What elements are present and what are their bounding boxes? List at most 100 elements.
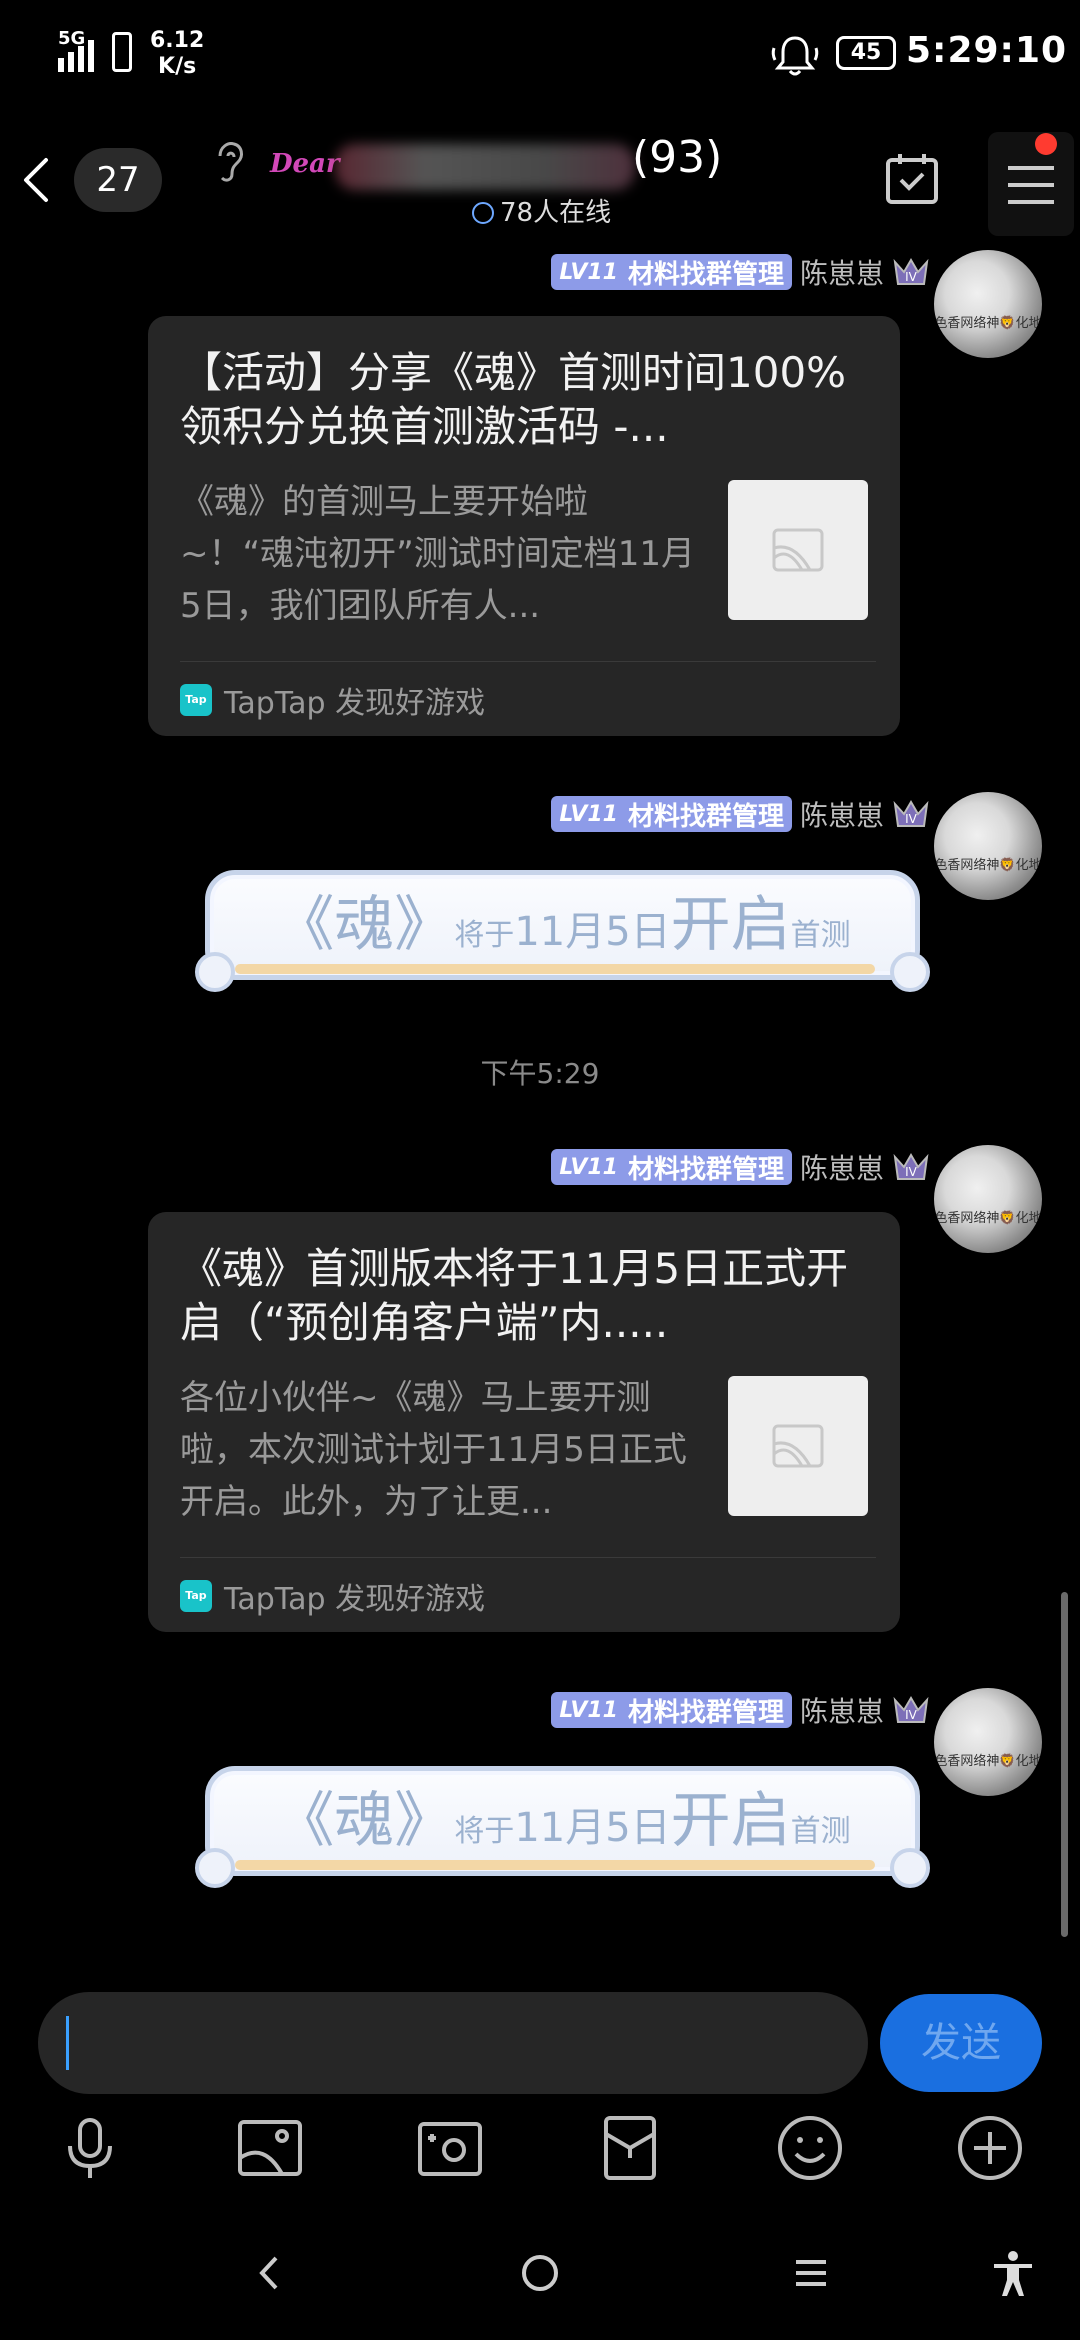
member-title-badge: LV11 材料找群管理: [551, 254, 792, 290]
clock: 5:29:10: [906, 30, 1068, 71]
send-button[interactable]: 发送: [880, 1994, 1042, 2092]
group-name-blurred: [335, 144, 635, 190]
avatar-caption: 色香网络神🦁化地: [934, 1211, 1042, 1226]
nav-recents-icon[interactable]: [786, 2248, 836, 2298]
avatar[interactable]: 色香网络神🦁化地: [934, 250, 1042, 358]
card-divider: [180, 661, 876, 662]
chat-header: 27 Dear (93) 78人在线: [0, 120, 1080, 250]
card-description: 《魂》的首测马上要开始啦~！“魂沌初开”测试时间定档11月5日，我们团队所有人.…: [180, 482, 695, 626]
image-placeholder-icon: [772, 528, 824, 572]
member-title-badge: LV11 材料找群管理: [551, 1692, 792, 1728]
chevron-down-icon: [472, 202, 494, 224]
network-speed: 6.12 K/s: [150, 28, 204, 80]
sender-name[interactable]: 陈崽崽: [800, 1690, 884, 1730]
network-type: 5G: [58, 28, 86, 49]
bell-icon: [771, 36, 819, 76]
card-thumbnail: [728, 480, 868, 620]
text-caret: [66, 2016, 69, 2070]
sticker-message[interactable]: 《魂》将于11月5日开启首测: [195, 1748, 930, 1898]
sender-label: LV11 材料找群管理 陈崽崽 IV: [551, 1690, 930, 1730]
sim-icon: [112, 32, 132, 72]
avatar-caption: 色香网络神🦁化地: [934, 1754, 1042, 1769]
sticker-word: 将于: [454, 1814, 515, 1849]
sender-name[interactable]: 陈崽崽: [800, 794, 884, 834]
menu-icon: [1008, 166, 1054, 204]
badge-title: 材料找群管理: [627, 801, 784, 832]
sticker-game-name: 《魂》: [274, 1786, 455, 1856]
card-thumbnail: [728, 1376, 868, 1516]
avatar-caption: 色香网络神🦁化地: [934, 858, 1042, 873]
vip-crown-icon: IV: [893, 1153, 929, 1180]
avatar[interactable]: 色香网络神🦁化地: [934, 792, 1042, 900]
svg-text:IV: IV: [905, 1708, 918, 1722]
vip-crown-icon: IV: [893, 800, 929, 827]
badge-level: LV11: [559, 259, 618, 285]
back-icon[interactable]: [14, 150, 60, 210]
sticker-game-name: 《魂》: [274, 890, 455, 960]
image-icon[interactable]: [234, 2112, 306, 2184]
vip-crown-icon: IV: [893, 1696, 929, 1723]
sticker-date: 11月5日: [514, 909, 671, 955]
calendar-check-icon[interactable]: [884, 150, 940, 206]
scrollbar[interactable]: [1061, 1592, 1068, 1937]
member-title-badge: LV11 材料找群管理: [551, 1149, 792, 1185]
red-packet-icon[interactable]: [594, 2112, 666, 2184]
svg-text:IV: IV: [905, 812, 918, 826]
group-member-count[interactable]: (93): [632, 132, 722, 183]
member-title-badge: LV11 材料找群管理: [551, 796, 792, 832]
camera-icon[interactable]: [414, 2112, 486, 2184]
card-title: 《魂》首测版本将于11月5日正式开启（“预创角客户端”内.....: [180, 1244, 849, 1347]
online-status[interactable]: 78人在线: [472, 192, 611, 229]
microphone-icon[interactable]: [54, 2112, 126, 2184]
badge-level: LV11: [559, 1154, 618, 1180]
sticker-text: 《魂》将于11月5日开启首测: [195, 1772, 930, 1859]
sender-label: LV11 材料找群管理 陈崽崽 IV: [551, 252, 930, 292]
avatar[interactable]: 色香网络神🦁化地: [934, 1688, 1042, 1796]
card-source-label: TapTap 发现好游戏: [224, 1582, 486, 1617]
nav-back-icon[interactable]: [244, 2248, 294, 2298]
badge-level: LV11: [559, 1697, 618, 1723]
accessibility-icon[interactable]: [988, 2248, 1038, 2298]
online-count-text: 78人在线: [500, 198, 612, 228]
sender-name[interactable]: 陈崽崽: [800, 1147, 884, 1187]
card-source-label: TapTap 发现好游戏: [224, 686, 486, 721]
menu-button[interactable]: [988, 132, 1074, 236]
sender-label: LV11 材料找群管理 陈崽崽 IV: [551, 794, 930, 834]
notification-dot: [1035, 133, 1057, 155]
avatar-caption: 色香网络神🦁化地: [934, 316, 1042, 331]
taptap-logo-icon: Tap: [180, 684, 212, 716]
unread-count-badge[interactable]: 27: [74, 148, 162, 212]
badge-title: 材料找群管理: [627, 259, 784, 290]
sticker-word: 开启: [670, 1786, 791, 1856]
system-nav-bar: [0, 2220, 1080, 2320]
nav-home-icon[interactable]: [515, 2248, 565, 2298]
card-description: 各位小伙伴~《魂》马上要开测啦，本次测试计划于11月5日正式开启。此外，为了让更…: [180, 1378, 687, 1522]
sender-label: LV11 材料找群管理 陈崽崽 IV: [551, 1147, 930, 1187]
card-divider: [180, 1557, 876, 1558]
speed-unit: K/s: [158, 54, 197, 79]
message-input[interactable]: [38, 1992, 868, 2094]
svg-text:IV: IV: [905, 1165, 918, 1179]
input-toolbar: [0, 2100, 1080, 2200]
status-bar: 5G 6.12 K/s 45 5:29:10: [0, 0, 1080, 110]
sticker-word: 首测: [790, 1814, 851, 1849]
svg-text:IV: IV: [905, 270, 918, 284]
card-source: Tap TapTap 发现好游戏: [180, 678, 485, 722]
link-card[interactable]: 《魂》首测版本将于11月5日正式开启（“预创角客户端”内..... 各位小伙伴~…: [148, 1212, 900, 1632]
sticker-word: 首测: [790, 918, 851, 953]
avatar[interactable]: 色香网络神🦁化地: [934, 1145, 1042, 1253]
badge-title: 材料找群管理: [627, 1154, 784, 1185]
sticker-date: 11月5日: [514, 1805, 671, 1851]
card-title: 【活动】分享《魂》首测时间100%领积分兑换首测激活码 -...: [180, 348, 847, 451]
vip-crown-icon: IV: [893, 258, 929, 285]
ear-icon[interactable]: [210, 140, 246, 186]
link-card[interactable]: 【活动】分享《魂》首测时间100%领积分兑换首测激活码 -... 《魂》的首测马…: [148, 316, 900, 736]
emoji-icon[interactable]: [774, 2112, 846, 2184]
sticker-message[interactable]: 《魂》将于11月5日开启首测: [195, 852, 930, 1002]
sender-name[interactable]: 陈崽崽: [800, 252, 884, 292]
plus-icon[interactable]: [954, 2112, 1026, 2184]
taptap-logo-icon: Tap: [180, 1580, 212, 1612]
group-logo: Dear: [270, 149, 340, 179]
sticker-underline: [235, 1860, 875, 1870]
sticker-text: 《魂》将于11月5日开启首测: [195, 876, 930, 963]
